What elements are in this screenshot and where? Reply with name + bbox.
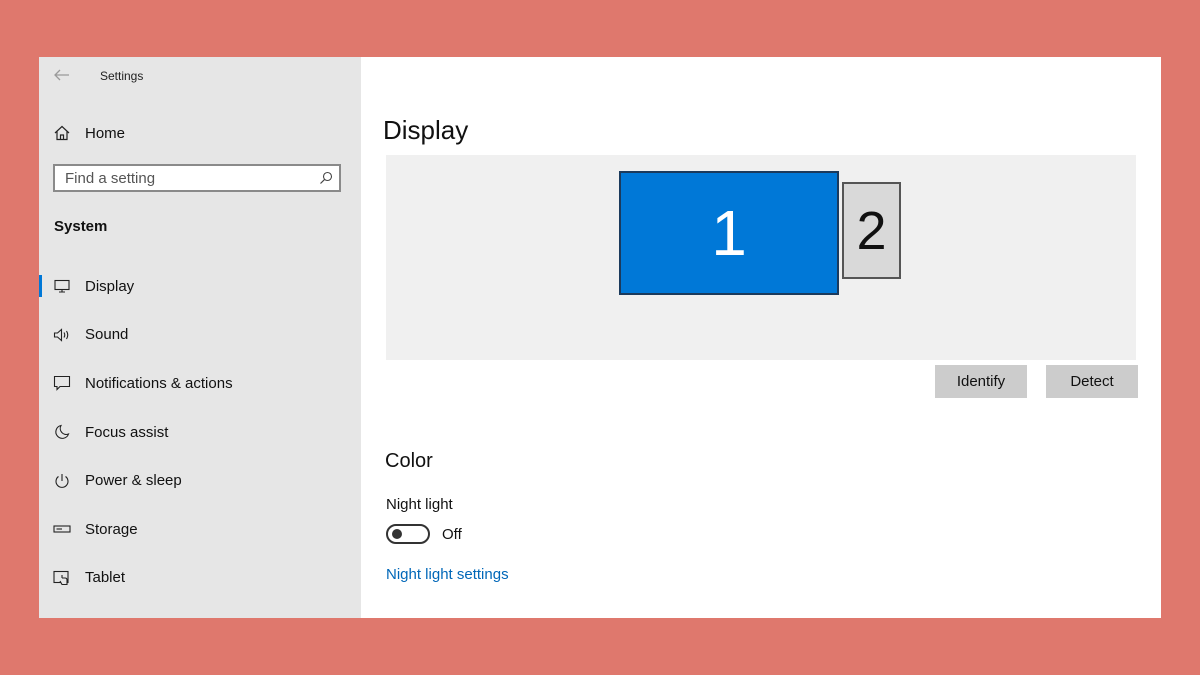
notification-icon — [53, 374, 71, 392]
sidebar-item-focus-assist[interactable]: Focus assist — [39, 408, 361, 457]
monitor-1-tile[interactable]: 1 — [619, 171, 839, 295]
toggle-knob — [392, 529, 402, 539]
sidebar-item-storage[interactable]: Storage — [39, 505, 361, 554]
detect-button[interactable]: Detect — [1046, 365, 1138, 398]
main-content: Display 1 2 Identify Detect Color Night … — [361, 57, 1161, 618]
sidebar-item-label: Storage — [85, 520, 138, 538]
sidebar-item-label: Power & sleep — [85, 472, 182, 490]
sidebar-item-label: Notifications & actions — [85, 374, 233, 392]
page-title: Display — [383, 115, 469, 145]
home-label: Home — [85, 124, 126, 142]
color-section-heading: Color — [385, 450, 433, 472]
home-icon — [54, 125, 70, 141]
sidebar-item-power-sleep[interactable]: Power & sleep — [39, 456, 361, 505]
night-light-state: Off — [442, 526, 462, 543]
home-link[interactable]: Home — [53, 121, 125, 145]
app-title: Settings — [100, 69, 144, 83]
section-heading: System — [54, 218, 108, 235]
speaker-icon — [53, 326, 71, 344]
monitor-number: 1 — [711, 197, 747, 269]
back-button[interactable] — [51, 65, 73, 85]
sidebar-item-display[interactable]: Display — [39, 262, 361, 311]
search-input[interactable] — [55, 166, 315, 190]
monitor-number: 2 — [856, 200, 887, 261]
settings-window: Settings Home System — [39, 57, 1161, 618]
nav-list: Display Sound Notifications & actions Fo… — [39, 262, 361, 602]
power-icon — [53, 472, 71, 490]
sidebar-item-label: Display — [85, 277, 135, 295]
back-arrow-icon — [54, 69, 69, 81]
night-light-label: Night light — [386, 496, 453, 513]
tablet-icon — [53, 569, 71, 587]
search-box — [53, 164, 341, 192]
search-icon[interactable] — [319, 171, 333, 185]
sidebar-item-label: Sound — [85, 326, 129, 344]
night-light-toggle[interactable] — [386, 524, 430, 544]
sidebar-item-sound[interactable]: Sound — [39, 311, 361, 360]
display-arrangement: 1 2 — [386, 155, 1136, 360]
sidebar: Settings Home System — [39, 57, 361, 618]
sidebar-item-notifications[interactable]: Notifications & actions — [39, 359, 361, 408]
sidebar-item-label: Focus assist — [85, 423, 169, 441]
sidebar-item-label: Tablet — [85, 569, 126, 587]
storage-icon — [53, 520, 71, 538]
identify-button[interactable]: Identify — [935, 365, 1027, 398]
night-light-settings-link[interactable]: Night light settings — [386, 566, 509, 583]
sidebar-item-tablet[interactable]: Tablet — [39, 554, 361, 603]
moon-icon — [53, 423, 71, 441]
monitor-2-tile[interactable]: 2 — [842, 182, 901, 279]
monitor-icon — [53, 277, 71, 295]
